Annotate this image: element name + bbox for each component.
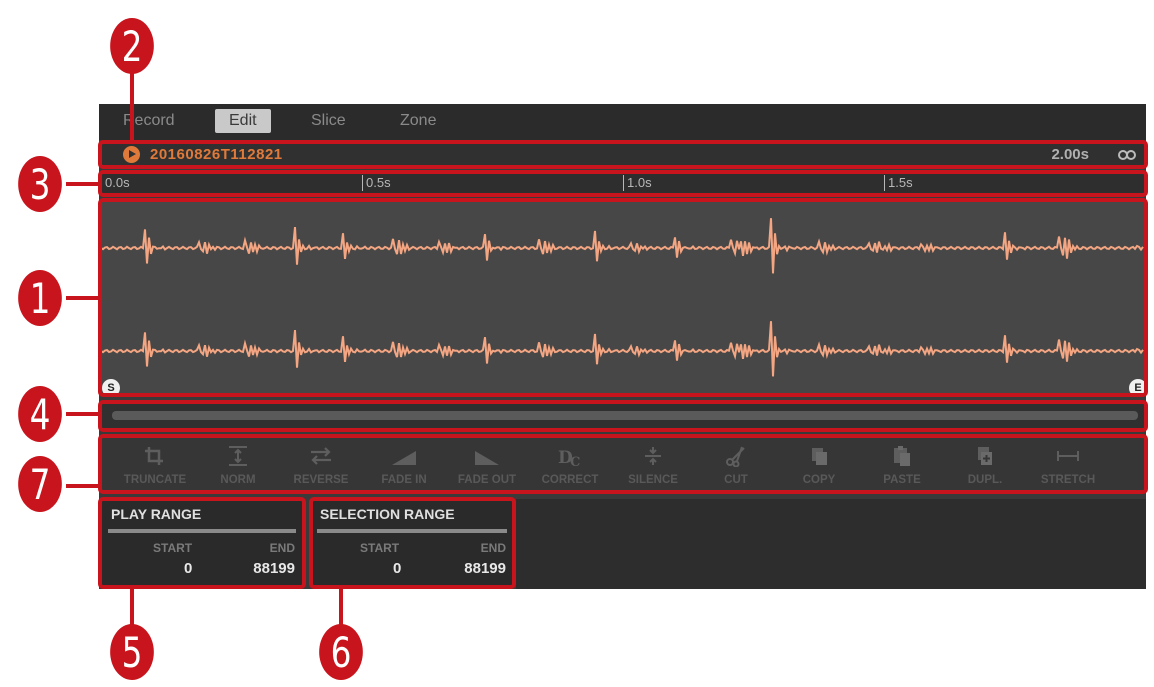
- callout-badge-6: 6: [319, 624, 363, 680]
- callout-connector: [66, 182, 100, 186]
- callout-badge-7: 7: [18, 456, 62, 512]
- callout-connector: [130, 587, 134, 627]
- callout-badge-2: 2: [110, 18, 154, 74]
- callout-frame-6: [309, 497, 516, 589]
- tab-edit[interactable]: Edit: [215, 109, 271, 133]
- tab-record[interactable]: Record: [109, 109, 189, 133]
- callout-connector: [339, 587, 343, 627]
- callout-connector: [66, 484, 100, 488]
- callout-frame-7: [98, 434, 1148, 494]
- callout-frame-1: [98, 198, 1148, 397]
- callout-connector: [66, 296, 100, 300]
- empty-area: [516, 499, 1146, 589]
- callout-frame-2: [98, 140, 1148, 169]
- callout-badge-1: 1: [18, 270, 62, 326]
- tab-zone[interactable]: Zone: [386, 109, 450, 133]
- callout-frame-3: [98, 170, 1148, 197]
- sampling-editor-figure: Record Edit Slice Zone 20160826T112821 2…: [0, 0, 1154, 687]
- callout-badge-4: 4: [18, 386, 62, 442]
- callout-frame-4: [98, 400, 1148, 432]
- callout-badge-5: 5: [110, 624, 154, 680]
- tab-slice[interactable]: Slice: [297, 109, 360, 133]
- callout-badge-3: 3: [18, 156, 62, 212]
- callout-connector: [130, 70, 134, 142]
- callout-connector: [66, 412, 100, 416]
- callout-frame-5: [98, 497, 306, 589]
